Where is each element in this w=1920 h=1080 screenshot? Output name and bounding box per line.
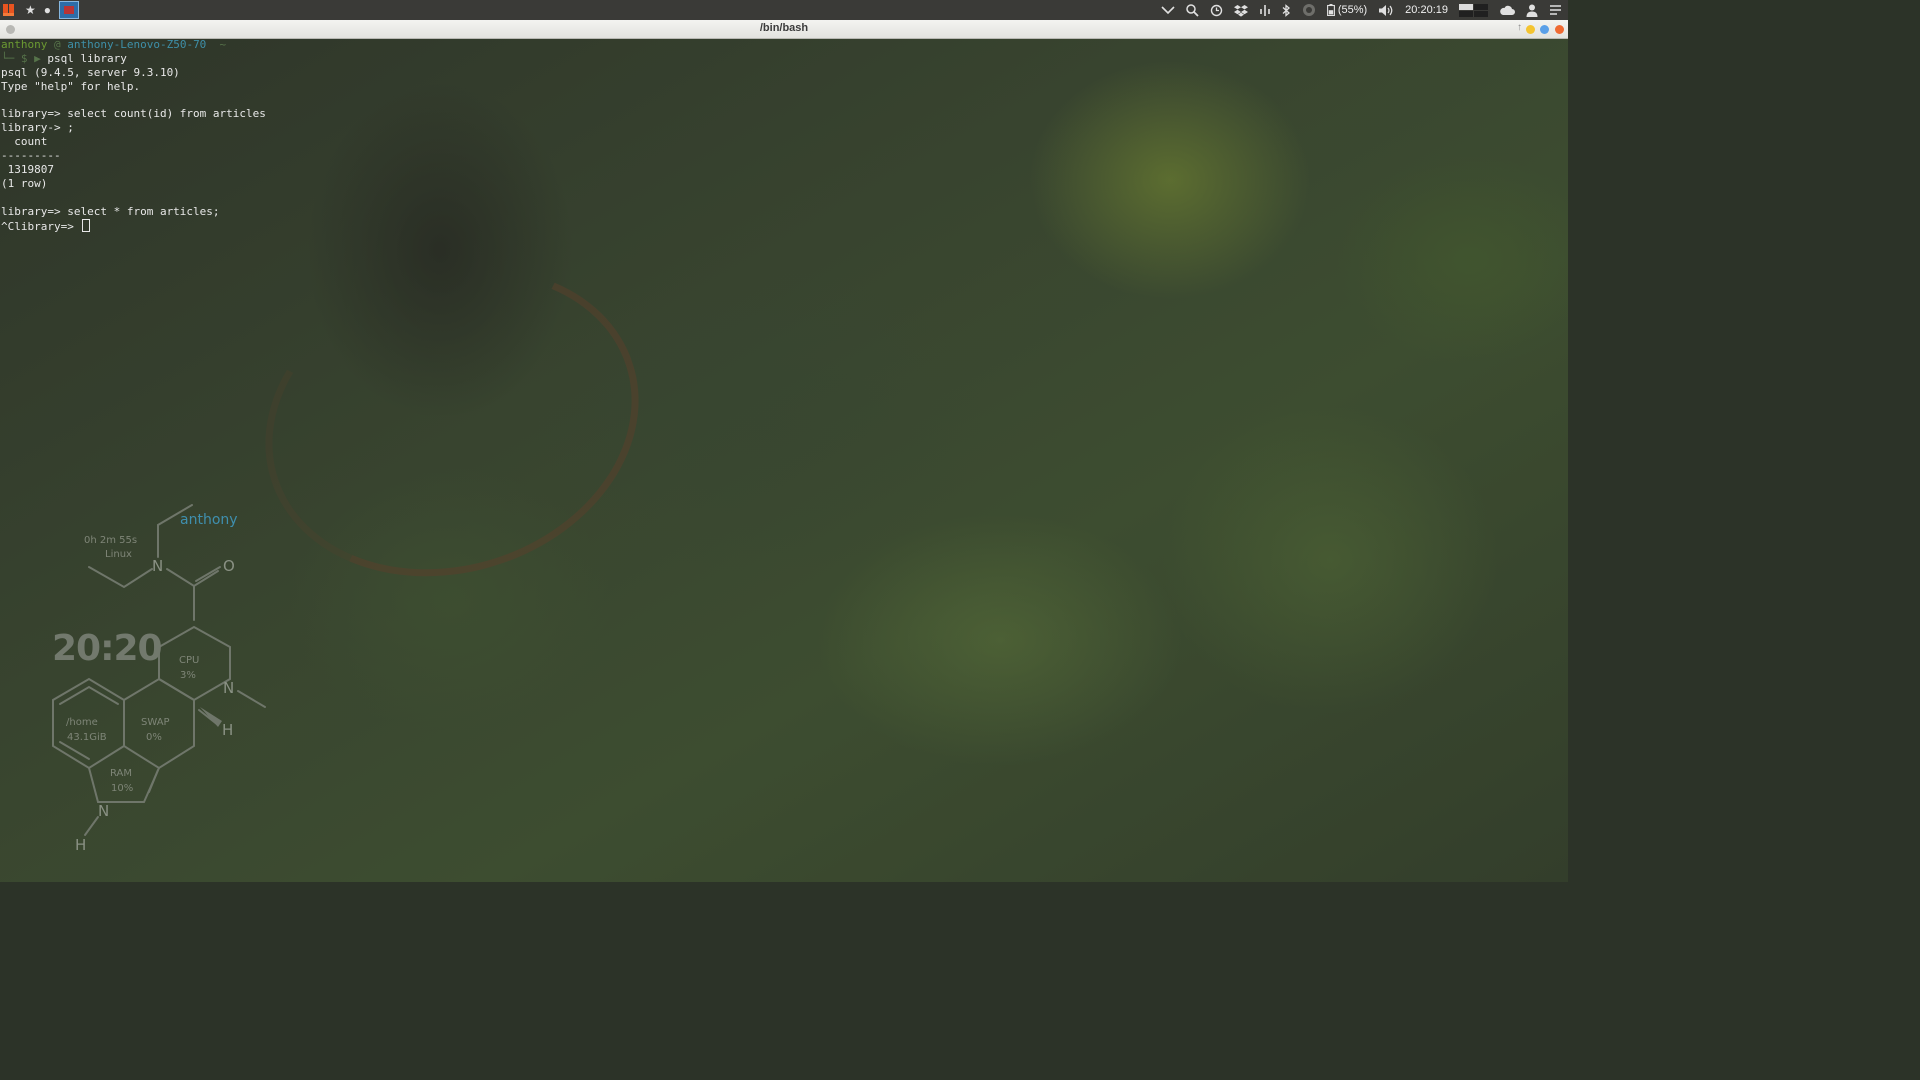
top-panel: ★ ● (55%) 20:20:19 <box>0 0 1568 20</box>
terminal-app-icon[interactable] <box>59 1 80 19</box>
chevron-down-icon[interactable] <box>1161 5 1175 15</box>
battery-percentage: (55%) <box>1337 4 1368 16</box>
atom-o: O <box>223 557 235 575</box>
terminal-title: /bin/bash <box>759 22 809 34</box>
prompt-branch: └─ $ ▶ <box>1 51 48 65</box>
atom-h-bottom: H <box>75 836 87 854</box>
atom-n-bottom: N <box>98 802 110 820</box>
record-icon[interactable]: ● <box>44 4 51 16</box>
bluetooth-icon[interactable] <box>1282 3 1291 17</box>
panel-left-area: ★ ● <box>3 1 80 19</box>
command-line: └─ $ ▶ psql library <box>1 52 1568 66</box>
battery-indicator[interactable]: (55%) <box>1326 4 1368 16</box>
conky-ram-label: RAM <box>110 768 133 779</box>
minimize-button[interactable] <box>1526 25 1535 34</box>
workspace-switcher[interactable] <box>1459 3 1488 17</box>
conky-swap-label: SWAP <box>141 717 170 728</box>
menu-icon[interactable] <box>1549 4 1562 16</box>
network-icon[interactable] <box>1259 4 1271 17</box>
atom-n-top: N <box>152 557 164 575</box>
output-line: library=> select * from articles; <box>1 204 220 218</box>
terminal-cursor <box>82 218 91 232</box>
command-text: psql library <box>47 51 127 65</box>
search-icon[interactable] <box>1186 3 1199 17</box>
conky-cpu-value: 3% <box>180 670 196 681</box>
star-icon[interactable]: ★ <box>25 4 36 16</box>
output-line: (1 row) <box>1 176 48 190</box>
output-line: 1319807 <box>1 163 54 177</box>
prompt-host: anthony-Lenovo-Z50-70 <box>67 38 207 51</box>
close-button[interactable] <box>1555 25 1564 34</box>
panel-clock[interactable]: 20:20:19 <box>1405 4 1448 16</box>
molecule-bonds <box>52 504 266 836</box>
current-prompt: ^Clibrary=> <box>1 219 81 233</box>
ubuntu-logo-icon[interactable] <box>3 3 17 17</box>
dropbox-icon[interactable] <box>1233 4 1248 17</box>
prompt-user: anthony <box>1 38 48 51</box>
arrow-up-icon[interactable]: ↑ <box>1517 22 1522 33</box>
output-line: --------- <box>1 149 61 163</box>
ring-icon[interactable] <box>1302 3 1316 17</box>
output-line: count <box>1 135 48 149</box>
output-line: library-> ; <box>1 121 74 135</box>
volume-icon[interactable] <box>1378 4 1394 17</box>
conky-swap-value: 0% <box>146 732 162 743</box>
maximize-button[interactable] <box>1540 25 1549 34</box>
conky-home-value: 43.1GiB <box>67 732 107 743</box>
cloud-icon[interactable] <box>1499 5 1515 16</box>
prompt-dir: ~ <box>206 38 227 51</box>
output-line: library=> select count(id) from articles <box>1 107 266 121</box>
conky-molecule-widget: anthony 0h 2m 55s Linux N O 20:20 CPU 3%… <box>40 495 280 865</box>
conky-home-label: /home <box>66 717 98 728</box>
conky-uptime: 0h 2m 55s <box>84 535 138 546</box>
output-line: psql (9.4.5, server 9.3.10) <box>1 65 180 79</box>
prompt-at: @ <box>47 38 68 51</box>
terminal-titlebar[interactable]: /bin/bash ↑ <box>0 20 1568 39</box>
conky-os: Linux <box>105 549 132 560</box>
atom-h-ring: H <box>222 721 234 739</box>
user-icon[interactable] <box>1526 4 1538 17</box>
conky-username: anthony <box>180 512 238 528</box>
current-prompt-line[interactable]: ^Clibrary=> <box>1 218 1568 233</box>
prompt-line: anthony @ anthony-Lenovo-Z50-70 ~ <box>1 38 1568 52</box>
conky-cpu-label: CPU <box>179 655 200 666</box>
battery-icon <box>1326 4 1335 16</box>
conky-ram-value: 10% <box>111 783 134 794</box>
panel-indicators: (55%) 20:20:19 <box>1161 0 1562 20</box>
history-icon[interactable] <box>1210 4 1223 17</box>
output-line: Type "help" for help. <box>1 79 141 93</box>
conky-time: 20:20 <box>52 628 163 669</box>
atom-n-ring: N <box>223 679 235 697</box>
